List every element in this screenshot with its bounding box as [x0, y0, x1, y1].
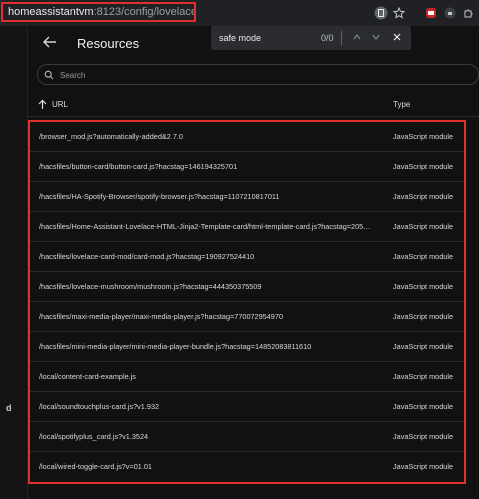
- resource-url: /local/spotifyplus_card.js?v1.3524: [39, 432, 149, 441]
- resource-type: JavaScript module: [393, 372, 454, 381]
- table-row[interactable]: /hacsfiles/button-card/button-card.js?ha…: [30, 152, 464, 182]
- resource-url: /local/soundtouchplus-card.js?v1.932: [39, 402, 160, 411]
- resource-url: /hacsfiles/lovelace-card-mod/card-mod.js…: [39, 252, 255, 261]
- resource-type: JavaScript module: [393, 162, 454, 171]
- table-row[interactable]: /hacsfiles/Home-Assistant-Lovelace-HTML-…: [30, 212, 464, 242]
- resource-url: /hacsfiles/maxi-media-player/maxi-media-…: [39, 312, 283, 321]
- page-doc-icon[interactable]: [373, 5, 389, 21]
- resource-type: JavaScript module: [393, 312, 454, 321]
- resource-type: JavaScript module: [393, 402, 454, 411]
- resource-type: JavaScript module: [393, 222, 454, 231]
- resource-type: JavaScript module: [393, 432, 454, 441]
- search-placeholder: Search: [60, 71, 86, 80]
- back-arrow-icon[interactable]: [42, 34, 58, 50]
- table-row[interactable]: /local/content-card-example.js JavaScript…: [30, 362, 464, 392]
- resources-table-highlight: /browser_mod.js?automatically-added&2.7.…: [28, 120, 466, 484]
- resource-type: JavaScript module: [393, 132, 454, 141]
- resource-url: /local/wired-toggle-card.js?v=01.01: [39, 462, 152, 471]
- puzzle-extensions-icon[interactable]: [461, 5, 477, 21]
- page-title: Resources: [77, 36, 140, 51]
- resource-type: JavaScript module: [393, 252, 454, 261]
- resource-url: /local/content-card-example.js: [39, 372, 136, 381]
- extension-badge-icon[interactable]: [423, 5, 439, 21]
- resource-url: /hacsfiles/HA-Spotify-Browser/spotify-br…: [39, 192, 280, 201]
- resource-type: JavaScript module: [393, 282, 454, 291]
- column-header-url[interactable]: URL: [38, 97, 68, 111]
- sidebar-partial-label: d: [6, 403, 12, 413]
- resource-type: JavaScript module: [393, 462, 454, 471]
- resource-url: /browser_mod.js?automatically-added&2.7.…: [39, 132, 183, 141]
- header-divider: [27, 116, 479, 117]
- table-row[interactable]: /hacsfiles/mini-media-player/mini-media-…: [30, 332, 464, 362]
- resource-url: /hacsfiles/button-card/button-card.js?ha…: [39, 162, 238, 171]
- column-header-type-label: Type: [393, 99, 411, 109]
- bookmark-star-icon[interactable]: [391, 5, 407, 21]
- resource-type: JavaScript module: [393, 342, 454, 351]
- column-header-url-label: URL: [52, 99, 69, 109]
- table-row[interactable]: /local/wired-toggle-card.js?v=01.01 JavaS…: [30, 452, 464, 482]
- table-row[interactable]: /local/soundtouchplus-card.js?v1.932 Java…: [30, 392, 464, 422]
- sidebar-rail: [0, 26, 28, 499]
- resource-url: /hacsfiles/mini-media-player/mini-media-…: [39, 342, 312, 351]
- column-header-type[interactable]: Type: [393, 97, 410, 111]
- search-icon: [44, 70, 54, 82]
- search-input[interactable]: Search: [37, 64, 479, 85]
- browser-toolbar: homeassistantvm:8123/config/lovelace/res…: [0, 0, 479, 26]
- extension-icon[interactable]: [442, 5, 458, 21]
- table-row[interactable]: /hacsfiles/maxi-media-player/maxi-media-…: [30, 302, 464, 332]
- url-path: :8123/config/lovelace/resources: [93, 6, 196, 18]
- url-host: homeassistantvm: [8, 6, 94, 18]
- resource-type: JavaScript module: [393, 192, 454, 201]
- app-header: Resources: [27, 26, 479, 62]
- table-row[interactable]: /local/spotifyplus_card.js?v1.3524 JavaSc…: [30, 422, 464, 452]
- table-row[interactable]: /hacsfiles/HA-Spotify-Browser/spotify-br…: [30, 182, 464, 212]
- resource-url: /hacsfiles/lovelace-mushroom/mushroom.js…: [39, 282, 262, 291]
- table-row[interactable]: /browser_mod.js?automatically-added&2.7.…: [30, 122, 464, 152]
- address-bar[interactable]: homeassistantvm:8123/config/lovelace/res…: [1, 2, 196, 22]
- table-row[interactable]: /hacsfiles/lovelace-card-mod/card-mod.js…: [30, 242, 464, 272]
- table-row[interactable]: /hacsfiles/lovelace-mushroom/mushroom.js…: [30, 272, 464, 302]
- sort-ascending-icon: [38, 99, 47, 109]
- resource-url: /hacsfiles/Home-Assistant-Lovelace-HTML-…: [39, 222, 371, 231]
